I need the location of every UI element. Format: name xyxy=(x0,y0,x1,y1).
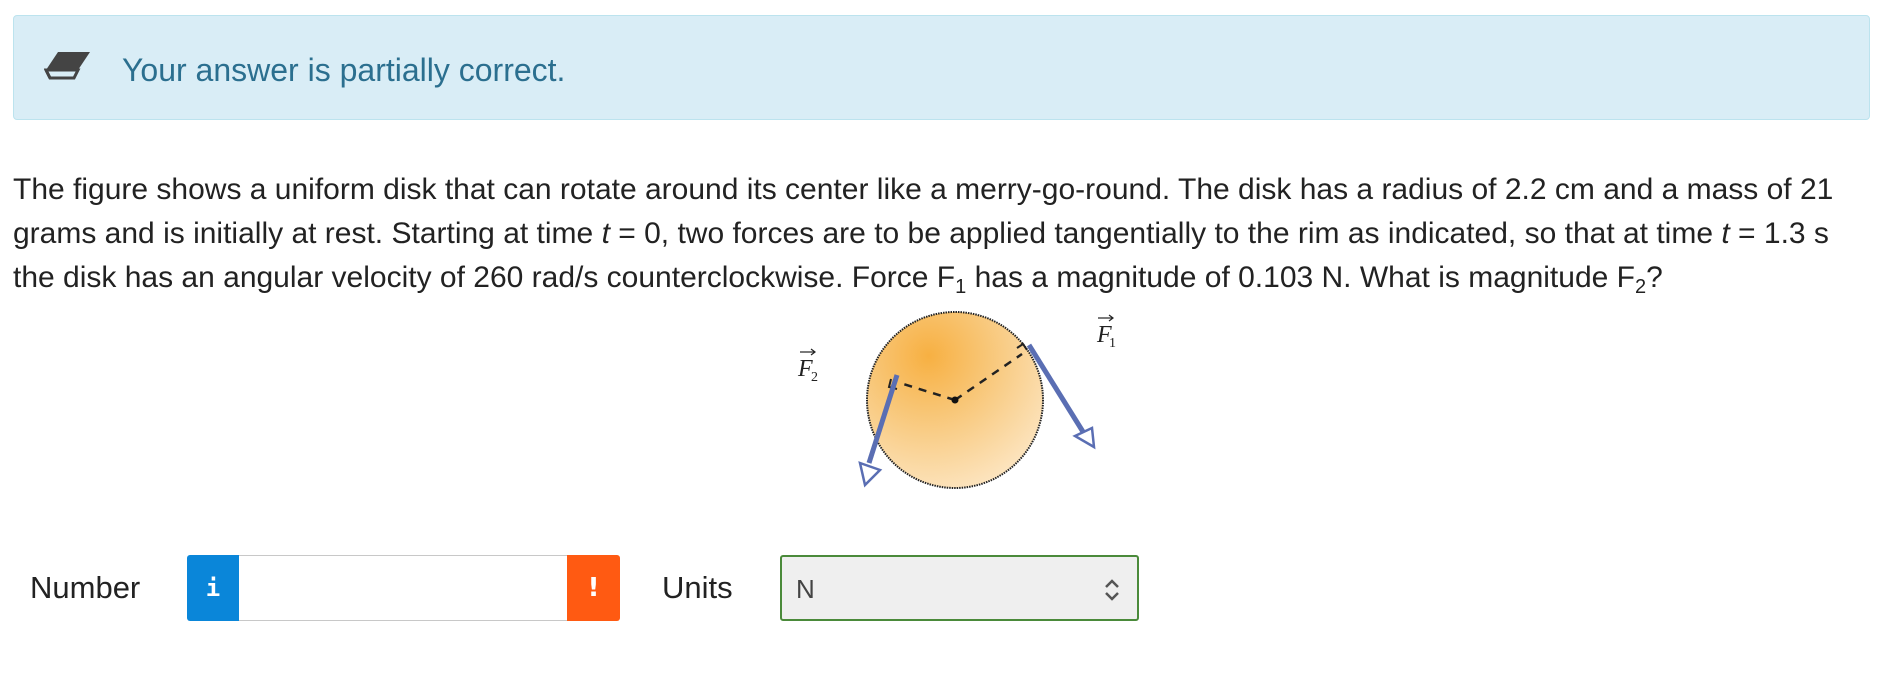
number-input[interactable] xyxy=(239,555,567,621)
chevron-up-down-icon xyxy=(1105,579,1119,601)
number-label: Number xyxy=(30,570,141,605)
center-pivot xyxy=(951,396,959,404)
label-f2: F 2 xyxy=(797,348,818,385)
force-arrowhead-f1 xyxy=(1072,426,1096,450)
question-part: ? xyxy=(1646,261,1663,294)
units-select[interactable]: N xyxy=(780,555,1139,621)
variable-t: t xyxy=(1721,217,1730,250)
units-label: Units xyxy=(662,570,733,605)
f1-subscript: 1 xyxy=(1109,336,1116,351)
label-f1: F 1 xyxy=(1096,314,1116,351)
question-text: The figure shows a uniform disk that can… xyxy=(13,168,1873,300)
question-part: = 0, two forces are to be applied tangen… xyxy=(609,217,1722,250)
f2-subscript: 2 xyxy=(811,370,818,385)
units-selected-value: N xyxy=(796,574,815,604)
feedback-message: Your answer is partially correct. xyxy=(122,52,566,88)
warning-button[interactable]: ! xyxy=(567,555,620,621)
feedback-banner: Your answer is partially correct. xyxy=(13,15,1870,120)
eraser-icon xyxy=(44,52,90,80)
subscript: 1 xyxy=(955,276,967,298)
disk-figure: F 1 F 2 xyxy=(797,311,1116,489)
info-button[interactable]: i xyxy=(187,555,239,621)
question-part: has a magnitude of 0.103 N. What is magn… xyxy=(966,261,1635,294)
force-arrowhead-f2 xyxy=(858,461,883,488)
subscript: 2 xyxy=(1634,276,1647,298)
variable-t: t xyxy=(601,217,610,250)
